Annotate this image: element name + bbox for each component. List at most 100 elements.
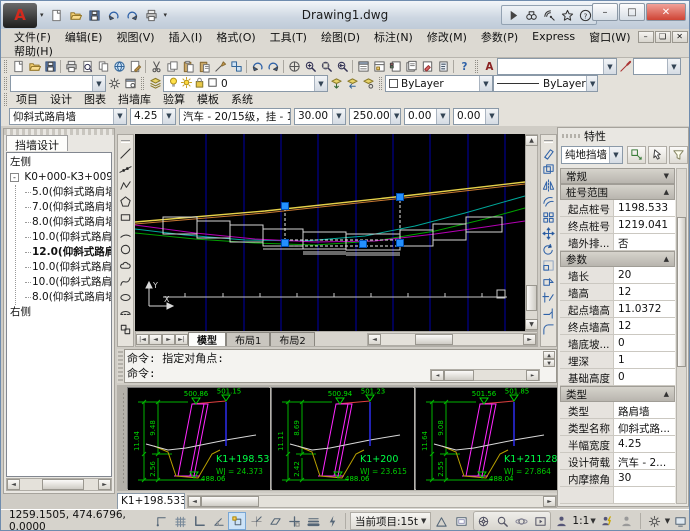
annotation-scale-icon[interactable] xyxy=(552,512,571,530)
property-value[interactable]: 0 xyxy=(614,369,675,385)
tab-nav-first-icon[interactable]: |◄ xyxy=(136,334,149,345)
tab-layout2[interactable]: 布局2 xyxy=(270,332,314,346)
undo-icon[interactable] xyxy=(105,6,123,24)
layer-combo[interactable]: 0▼ xyxy=(163,75,328,92)
wall-type-combo[interactable]: 仰斜式路肩墙▼ xyxy=(9,108,127,125)
ellipse-arc-button[interactable] xyxy=(118,306,133,321)
redo-button[interactable] xyxy=(265,59,281,74)
scroll-thumb[interactable] xyxy=(201,496,259,507)
workspace-combo[interactable]: ▼ xyxy=(10,75,106,92)
menu-item-9[interactable]: 参数(P) xyxy=(474,29,525,45)
sheetset-button[interactable] xyxy=(403,59,419,74)
property-value[interactable]: 1198.533 xyxy=(614,200,675,216)
toolpalettes-button[interactable] xyxy=(387,59,403,74)
collapse-icon[interactable]: - xyxy=(10,173,19,182)
qnew-icon[interactable] xyxy=(48,6,66,24)
property-value[interactable]: 12 xyxy=(614,318,675,334)
copy-button[interactable] xyxy=(164,59,180,74)
menu-item-11[interactable]: 窗口(W) xyxy=(582,29,637,45)
property-value[interactable]: 汽车 - 2... xyxy=(614,453,675,469)
properties-vscrollbar[interactable] xyxy=(676,168,687,504)
command-vscroll[interactable]: ▲ ▼ xyxy=(543,351,555,367)
plugin-tab-0[interactable]: 项目 xyxy=(10,91,44,107)
pickadd-toggle-button[interactable] xyxy=(627,146,646,164)
chevron-down-icon[interactable]: ▼ xyxy=(332,109,345,124)
designcenter-button[interactable] xyxy=(371,59,387,74)
scroll-thumb[interactable] xyxy=(444,370,474,381)
plugin-tab-4[interactable]: 验算 xyxy=(157,91,191,107)
tree-item-left-side[interactable]: 左侧 xyxy=(10,155,111,170)
tab-wall-design[interactable]: 挡墙设计 xyxy=(6,135,68,151)
communication-center-icon[interactable] xyxy=(541,8,557,23)
toolbar-grip[interactable] xyxy=(4,93,7,106)
section-caret-icon[interactable]: ▲ xyxy=(664,390,669,398)
layer-previous-button[interactable] xyxy=(344,76,360,91)
scroll-left-icon[interactable]: ◄ xyxy=(368,334,381,345)
extend-button[interactable] xyxy=(541,306,556,321)
quickcalc-button[interactable] xyxy=(435,59,451,74)
child-restore-button[interactable]: ❏ xyxy=(655,31,671,43)
chevron-down-icon[interactable]: ▼ xyxy=(113,109,126,124)
insert-block-button[interactable] xyxy=(118,322,133,337)
tree-item-wall-5[interactable]: 10.0(仰斜式路肩墙) xyxy=(25,260,111,275)
scale-button[interactable] xyxy=(541,258,556,273)
grid-toggle[interactable] xyxy=(171,512,189,530)
otrack-toggle[interactable] xyxy=(247,512,265,530)
menu-item-5[interactable]: 工具(T) xyxy=(263,29,314,45)
search-binoculars-icon[interactable] xyxy=(523,8,539,23)
properties-button[interactable] xyxy=(355,59,371,74)
chevron-down-icon[interactable]: ▼ xyxy=(314,76,327,91)
scroll-left-icon[interactable]: ◄ xyxy=(7,479,20,490)
menu-item-7[interactable]: 标注(N) xyxy=(367,29,420,45)
tab-layout1[interactable]: 布局1 xyxy=(226,332,270,346)
tab-model[interactable]: 模型 xyxy=(188,332,226,346)
plugin-tab-3[interactable]: 挡墙库 xyxy=(112,91,157,107)
chevron-down-icon[interactable]: ▼ xyxy=(667,59,680,74)
toolbar-grip[interactable] xyxy=(544,140,553,143)
property-value[interactable]: 30 xyxy=(614,470,675,486)
toolbar-grip[interactable] xyxy=(475,60,478,73)
property-value[interactable]: 12 xyxy=(614,284,675,300)
property-value[interactable]: 1219.041 xyxy=(614,217,675,233)
section-header-1[interactable]: 桩号范围▲ xyxy=(560,184,675,200)
pan-button[interactable] xyxy=(286,59,302,74)
steering-wheel-button[interactable] xyxy=(474,512,493,530)
workspace-settings-icon[interactable] xyxy=(106,76,122,91)
scroll-left-icon[interactable]: ◄ xyxy=(431,370,444,381)
model-space-icon[interactable] xyxy=(432,512,451,530)
snap-toggle[interactable] xyxy=(152,512,170,530)
help-circle-icon[interactable]: ? xyxy=(577,8,593,23)
command-history[interactable]: 命令: 指定对角点: 命令: ▲ ▼ ◄ ► xyxy=(124,349,557,383)
scroll-right-icon[interactable]: ► xyxy=(98,479,111,490)
tree-item-wall-4[interactable]: 12.0(仰斜式路肩墙) xyxy=(25,245,111,260)
chevron-down-icon[interactable]: ▼ xyxy=(92,76,105,91)
tree-item-wall-2[interactable]: 8.0(仰斜式路肩墙) xyxy=(25,215,111,230)
menu-item-10[interactable]: Express xyxy=(525,30,582,43)
menu-item-3[interactable]: 插入(I) xyxy=(162,29,210,45)
canvas-hscrollbar[interactable]: ◄► xyxy=(367,333,537,346)
erase-button[interactable] xyxy=(541,146,556,161)
design-load-combo[interactable]: 汽车 - 20/15级，挂 - 1▼ xyxy=(179,108,291,125)
scroll-up-icon[interactable]: ▲ xyxy=(525,135,538,146)
scroll-right-icon[interactable]: ► xyxy=(526,370,539,381)
maximize-button[interactable]: □ xyxy=(619,3,645,21)
plot-icon[interactable] xyxy=(143,6,161,24)
chevron-down-icon[interactable]: ▼ xyxy=(586,76,598,91)
plugin-tab-2[interactable]: 图表 xyxy=(78,91,112,107)
zoom-previous-button[interactable] xyxy=(334,59,350,74)
redo-icon[interactable] xyxy=(124,6,142,24)
menu-item-4[interactable]: 格式(O) xyxy=(209,29,262,45)
mirror-button[interactable] xyxy=(541,178,556,193)
property-value[interactable]: 11.0372 xyxy=(614,301,675,317)
param4-combo[interactable]: 0.00▼ xyxy=(453,108,499,125)
property-value[interactable]: 0 xyxy=(614,335,675,351)
section-preview-2[interactable]: 11.649.082.55501.56501.85488.04K1+211.28… xyxy=(415,387,557,489)
expand-arrow-icon[interactable] xyxy=(505,8,521,23)
plugin-tab-6[interactable]: 系统 xyxy=(225,91,259,107)
section-header-0[interactable]: 常规▼ xyxy=(560,168,675,184)
new-button[interactable] xyxy=(10,59,26,74)
section-caret-icon[interactable]: ▲ xyxy=(664,255,669,263)
chevron-down-icon[interactable]: ▼ xyxy=(162,109,175,124)
favorites-star-icon[interactable] xyxy=(559,8,575,23)
section-caret-icon[interactable]: ▲ xyxy=(664,188,669,196)
